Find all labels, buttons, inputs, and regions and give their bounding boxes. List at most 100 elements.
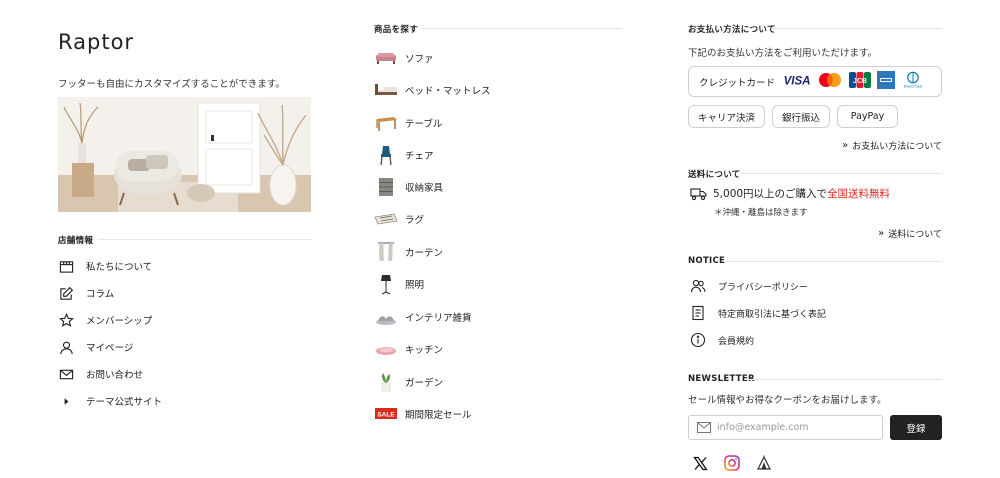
instagram-icon[interactable] (723, 454, 741, 472)
divider (98, 239, 312, 240)
category-label: ラグ (405, 215, 425, 226)
svg-text:VISA: VISA (784, 76, 811, 88)
category-bed[interactable]: ベッド・マットレス (374, 79, 491, 101)
store-item-label: 私たちについて (86, 262, 153, 273)
notice-membership-terms[interactable]: 会員規約 (690, 331, 754, 349)
store-info-title: 店舗情報 (58, 236, 94, 246)
chair-thumbnail (374, 144, 398, 166)
divider (740, 173, 942, 174)
category-rug[interactable]: ラグ (374, 208, 424, 230)
svg-text:Diners Club: Diners Club (904, 84, 923, 88)
category-label: ベッド・マットレス (405, 86, 491, 97)
category-interior-goods[interactable]: インテリア雑貨 (374, 306, 472, 328)
rug-thumbnail (374, 208, 398, 230)
bed-thumbnail (374, 79, 398, 101)
divider (744, 379, 942, 380)
newsletter-submit-button[interactable]: 登録 (890, 415, 942, 440)
amex-icon (877, 70, 896, 93)
store-item-column[interactable]: コラム (58, 284, 114, 302)
curtain-thumbnail (374, 241, 398, 263)
category-garden[interactable]: ガーデン (374, 371, 443, 393)
notice-commerce-law[interactable]: 特定商取引法に基づく表記 (690, 304, 826, 322)
store-item-label: テーマ公式サイト (86, 397, 163, 408)
category-label: テーブル (405, 119, 443, 130)
free-shipping-highlight: 全国送料無料 (827, 188, 891, 200)
category-storage[interactable]: 収納家具 (374, 176, 443, 198)
newsletter-description: セール情報やお得なクーポンをお届けします。 (688, 395, 887, 406)
category-kitchen[interactable]: キッチン (374, 338, 443, 360)
divider (772, 28, 942, 29)
mastercard-icon (817, 72, 843, 92)
category-label: チェア (405, 151, 434, 162)
credit-card-box: クレジットカード VISA JCB Diners Club (688, 66, 942, 97)
brand-logo[interactable]: Raptor (58, 30, 134, 54)
newsletter-input-box (688, 415, 883, 440)
svg-text:SALE: SALE (377, 412, 395, 419)
diners-club-icon: Diners Club (901, 71, 925, 93)
category-label: 収納家具 (405, 183, 444, 194)
store-item-theme-site[interactable]: テーマ公式サイト (58, 392, 162, 410)
category-table[interactable]: テーブル (374, 112, 442, 134)
social-links (691, 454, 773, 472)
store-item-label: コラム (86, 289, 115, 300)
category-sofa[interactable]: ソファ (374, 47, 434, 69)
caret-right-icon (58, 393, 74, 409)
category-label: インテリア雑貨 (405, 313, 472, 324)
store-item-mypage[interactable]: マイページ (58, 338, 133, 356)
payment-more-link[interactable]: » お支払い方法について (842, 139, 942, 152)
svg-text:JCB: JCB (853, 78, 867, 85)
store-icon (58, 258, 74, 274)
category-chair[interactable]: チェア (374, 144, 434, 166)
payment-paypay-button[interactable]: PayPay (837, 105, 898, 128)
categories-title: 商品を探す (374, 25, 419, 35)
store-item-label: メンバーシップ (86, 316, 153, 327)
users-icon (690, 278, 706, 294)
kitchen-thumbnail (374, 338, 398, 360)
edit-icon (58, 285, 74, 301)
decor-thumbnail (374, 306, 398, 328)
newsletter-email-input[interactable] (717, 422, 867, 433)
tent-icon[interactable] (755, 454, 773, 472)
sofa-thumbnail (374, 47, 398, 69)
store-item-label: お問い合わせ (86, 370, 144, 381)
category-label: キッチン (405, 345, 444, 356)
category-label: 照明 (405, 280, 425, 291)
store-item-label: マイページ (86, 343, 134, 354)
category-label: 期間限定セール (405, 410, 472, 421)
shipping-title: 送料について (688, 170, 741, 180)
store-item-contact[interactable]: お問い合わせ (58, 365, 143, 383)
shipping-free-line: 5,000円以上のご購入で 全国送料無料 (690, 186, 890, 201)
divider (726, 261, 942, 262)
truck-icon (690, 187, 707, 201)
user-icon (58, 339, 74, 355)
brand-tagline: フッターも自由にカスタマイズすることができます。 (58, 79, 285, 90)
category-label: カーテン (405, 248, 444, 259)
payment-carrier-button[interactable]: キャリア決済 (688, 105, 765, 128)
category-sale[interactable]: SALE 期間限定セール (374, 403, 472, 425)
category-curtain[interactable]: カーテン (374, 241, 443, 263)
category-lighting[interactable]: 照明 (374, 273, 424, 295)
payment-title: お支払い方法について (688, 25, 776, 35)
mail-icon (697, 422, 711, 433)
lamp-thumbnail (374, 273, 398, 295)
payment-bank-transfer-button[interactable]: 銀行振込 (772, 105, 830, 128)
jcb-icon: JCB (849, 71, 872, 92)
visa-icon: VISA (783, 72, 811, 91)
credit-card-label: クレジットカード (699, 77, 776, 89)
notice-privacy-policy[interactable]: プライバシーポリシー (690, 277, 808, 295)
x-icon[interactable] (691, 454, 709, 472)
mail-icon (58, 366, 74, 382)
star-icon (58, 312, 74, 328)
info-icon (690, 332, 706, 348)
table-thumbnail (374, 112, 398, 134)
category-label: ガーデン (405, 378, 444, 389)
store-item-membership[interactable]: メンバーシップ (58, 311, 152, 329)
shipping-more-link[interactable]: » 送料について (878, 227, 942, 240)
plant-thumbnail (374, 371, 398, 393)
divider (422, 28, 622, 29)
payment-description: 下記のお支払い方法をご利用いただけます。 (688, 48, 878, 59)
shipping-note: ＊沖縄・離島は除きます (714, 208, 808, 218)
double-chevron-right-icon: » (878, 228, 884, 239)
document-icon (690, 305, 706, 321)
store-item-about[interactable]: 私たちについて (58, 257, 152, 275)
